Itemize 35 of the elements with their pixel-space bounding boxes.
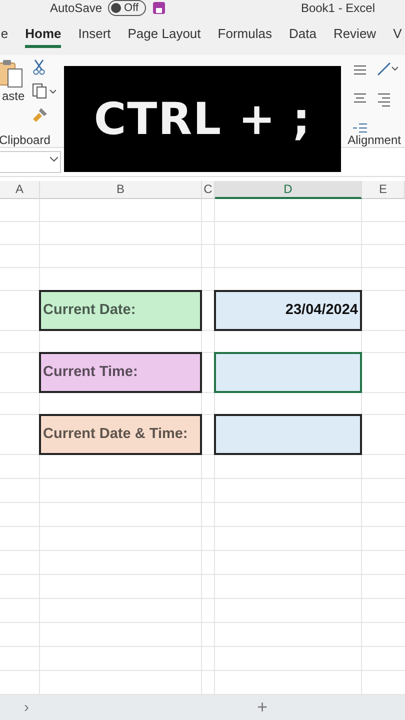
ribbon-tab[interactable]: Page Layout bbox=[128, 22, 201, 48]
column-header[interactable]: E bbox=[362, 180, 405, 199]
orientation-icon[interactable] bbox=[376, 60, 398, 77]
autosave-toggle[interactable]: Off bbox=[108, 0, 146, 16]
copy-icon[interactable] bbox=[32, 82, 56, 99]
column-header[interactable]: C bbox=[202, 180, 215, 199]
add-sheet-button[interactable]: + bbox=[257, 696, 268, 718]
ribbon-tab[interactable]: le bbox=[0, 22, 8, 48]
ribbon-tab[interactable]: Insert bbox=[78, 22, 111, 48]
value-cell[interactable]: 23/04/2024 bbox=[214, 290, 362, 331]
ribbon-tab[interactable]: Formulas bbox=[218, 22, 272, 48]
value-cell[interactable] bbox=[214, 352, 362, 393]
column-header[interactable]: B bbox=[40, 180, 202, 199]
paste-label[interactable]: aste bbox=[2, 88, 25, 103]
window-title: Book1 - Excel bbox=[300, 1, 375, 15]
shortcut-caption: CTRL + ; bbox=[64, 66, 341, 172]
caret-icon[interactable] bbox=[50, 157, 58, 162]
label-cell: Current Date: bbox=[39, 290, 202, 331]
group-label: Alignment bbox=[348, 132, 401, 147]
autosave-label: AutoSave bbox=[50, 1, 102, 15]
ribbon-tab[interactable]: Data bbox=[288, 22, 316, 48]
next-sheet-button[interactable]: › bbox=[24, 698, 29, 716]
ribbon-tab[interactable]: Home bbox=[25, 22, 62, 48]
label-cell: Current Date & Time: bbox=[39, 414, 202, 455]
label-cell: Current Time: bbox=[39, 352, 202, 393]
scissors-icon[interactable] bbox=[32, 58, 46, 75]
ribbon-tab[interactable]: Review bbox=[333, 22, 376, 48]
format-painter-icon[interactable] bbox=[32, 106, 48, 123]
column-header[interactable]: A bbox=[0, 180, 40, 199]
value-cell[interactable] bbox=[214, 414, 362, 455]
save-icon[interactable] bbox=[152, 2, 166, 14]
align-right-icon[interactable] bbox=[376, 90, 392, 107]
ribbon-tab[interactable]: V bbox=[393, 22, 402, 48]
column-header[interactable]: D bbox=[215, 180, 362, 199]
paste-icon[interactable] bbox=[0, 58, 24, 89]
